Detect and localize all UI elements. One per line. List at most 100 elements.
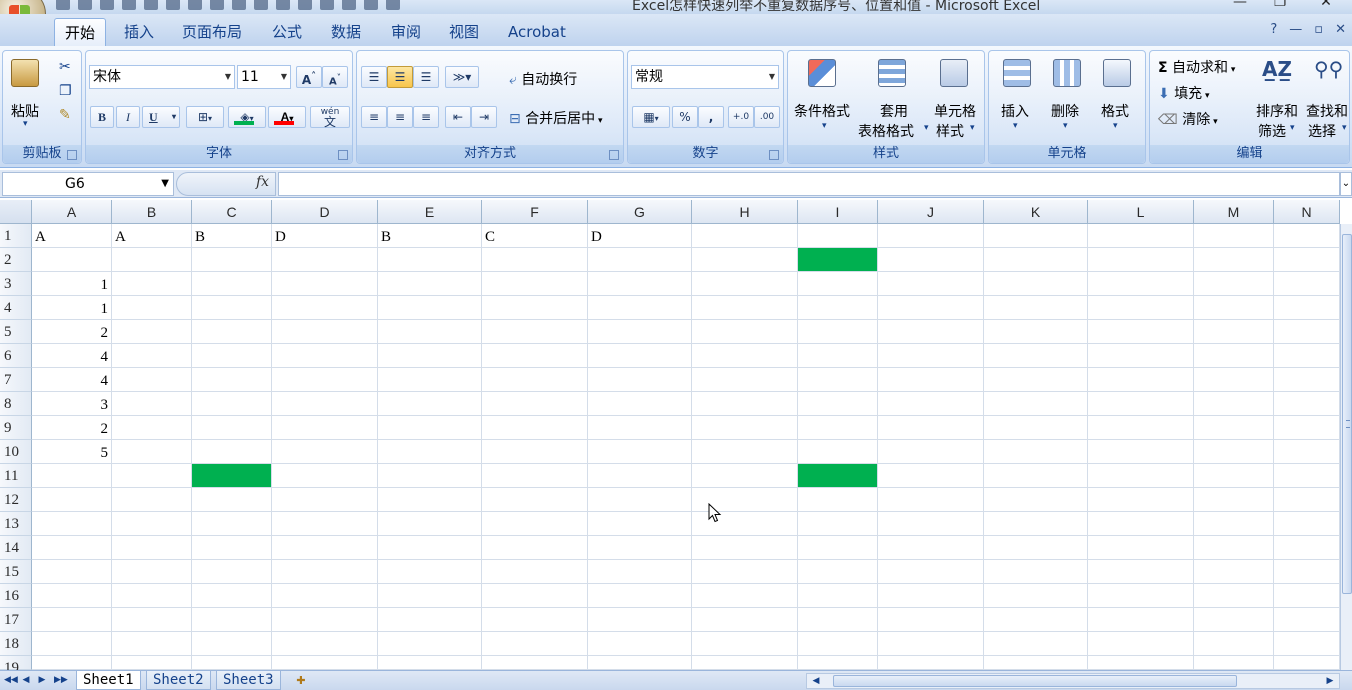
cell-l7[interactable] (1088, 368, 1194, 392)
print-preview-icon[interactable] (122, 0, 136, 10)
increase-indent-button[interactable]: ⇥ (471, 106, 497, 128)
cell-a4[interactable]: 1 (32, 296, 112, 320)
cell-j9[interactable] (878, 416, 984, 440)
quick-print-icon[interactable] (298, 0, 312, 10)
borders-button[interactable]: ⊞▾ (186, 106, 224, 128)
cell-k4[interactable] (984, 296, 1088, 320)
cell-f15[interactable] (482, 560, 588, 584)
cell-m5[interactable] (1194, 320, 1274, 344)
restore-button[interactable]: ❐ (1260, 0, 1300, 12)
cell-k19[interactable] (984, 656, 1088, 670)
cell-d8[interactable] (272, 392, 378, 416)
cell-h10[interactable] (692, 440, 798, 464)
clipboard-launcher-icon[interactable] (67, 150, 77, 160)
tab-page-layout[interactable]: 页面布局 (172, 18, 252, 46)
cell-h2[interactable] (692, 248, 798, 272)
cell-e13[interactable] (378, 512, 482, 536)
cell-a9[interactable]: 2 (32, 416, 112, 440)
cell-j16[interactable] (878, 584, 984, 608)
font-launcher-icon[interactable] (338, 150, 348, 160)
find-select-icon[interactable]: ⚲⚲ (1314, 57, 1343, 81)
cell-l11[interactable] (1088, 464, 1194, 488)
cell-i12[interactable] (798, 488, 878, 512)
cell-styles-button-2[interactable]: 样式 (936, 121, 964, 141)
cell-e3[interactable] (378, 272, 482, 296)
cell-e11[interactable] (378, 464, 482, 488)
cell-f3[interactable] (482, 272, 588, 296)
cell-b19[interactable] (112, 656, 192, 670)
column-header-a[interactable]: A (32, 200, 112, 224)
column-header-h[interactable]: H (692, 200, 798, 224)
cell-c13[interactable] (192, 512, 272, 536)
cell-d9[interactable] (272, 416, 378, 440)
cell-d18[interactable] (272, 632, 378, 656)
vertical-scrollbar[interactable] (1340, 224, 1352, 670)
last-sheet-icon[interactable]: ▶▶ (54, 674, 68, 686)
cell-m16[interactable] (1194, 584, 1274, 608)
align-right-button[interactable]: ≡ (413, 106, 439, 128)
chevron-down-icon[interactable]: ▾ (970, 123, 975, 133)
cell-l9[interactable] (1088, 416, 1194, 440)
cell-a12[interactable] (32, 488, 112, 512)
cell-k16[interactable] (984, 584, 1088, 608)
cell-h4[interactable] (692, 296, 798, 320)
cell-k12[interactable] (984, 488, 1088, 512)
cell-l15[interactable] (1088, 560, 1194, 584)
cell-f14[interactable] (482, 536, 588, 560)
cell-a10[interactable]: 5 (32, 440, 112, 464)
chevron-down-icon[interactable]: ▾ (924, 123, 929, 133)
tab-acrobat[interactable]: Acrobat (498, 18, 576, 46)
cell-i18[interactable] (798, 632, 878, 656)
cell-b12[interactable] (112, 488, 192, 512)
phonetic-button[interactable]: wén 文 (310, 106, 350, 128)
workbook-close-button[interactable]: ✕ (1335, 22, 1346, 37)
cell-k10[interactable] (984, 440, 1088, 464)
font-name-combo[interactable]: 宋体 ▼ (89, 65, 235, 89)
cell-i4[interactable] (798, 296, 878, 320)
cell-g19[interactable] (588, 656, 692, 670)
cell-j10[interactable] (878, 440, 984, 464)
cell-c2[interactable] (192, 248, 272, 272)
cell-f2[interactable] (482, 248, 588, 272)
cell-n5[interactable] (1274, 320, 1340, 344)
cell-g16[interactable] (588, 584, 692, 608)
accounting-format-button[interactable]: ▦▾ (632, 106, 670, 128)
cell-i3[interactable] (798, 272, 878, 296)
cell-b17[interactable] (112, 608, 192, 632)
cell-g17[interactable] (588, 608, 692, 632)
column-header-d[interactable]: D (272, 200, 378, 224)
cell-n17[interactable] (1274, 608, 1340, 632)
picture-icon[interactable] (320, 0, 334, 10)
cell-i19[interactable] (798, 656, 878, 670)
decrease-decimal-button[interactable]: .00 (754, 106, 780, 128)
cell-b13[interactable] (112, 512, 192, 536)
cell-a14[interactable] (32, 536, 112, 560)
cell-h14[interactable] (692, 536, 798, 560)
cell-k15[interactable] (984, 560, 1088, 584)
cell-m18[interactable] (1194, 632, 1274, 656)
cell-k9[interactable] (984, 416, 1088, 440)
cell-d17[interactable] (272, 608, 378, 632)
row-header-16[interactable]: 16 (0, 584, 32, 608)
cell-styles-icon[interactable] (940, 59, 968, 87)
cell-styles-button-1[interactable]: 单元格 (934, 101, 976, 121)
cell-f9[interactable] (482, 416, 588, 440)
cell-l5[interactable] (1088, 320, 1194, 344)
align-middle-button[interactable]: ☰ (387, 66, 413, 88)
cell-d12[interactable] (272, 488, 378, 512)
comma-button[interactable]: , (698, 106, 724, 128)
cell-c12[interactable] (192, 488, 272, 512)
cell-d2[interactable] (272, 248, 378, 272)
cell-f17[interactable] (482, 608, 588, 632)
select-all-corner[interactable] (0, 200, 32, 224)
customize-qat-icon[interactable] (386, 0, 400, 10)
cell-n10[interactable] (1274, 440, 1340, 464)
delete-cells-icon[interactable] (1053, 59, 1081, 87)
cell-c4[interactable] (192, 296, 272, 320)
cell-f4[interactable] (482, 296, 588, 320)
find-select-button-2[interactable]: 选择 (1308, 121, 1336, 141)
cell-n4[interactable] (1274, 296, 1340, 320)
cell-d1[interactable]: D (272, 224, 378, 248)
row-header-8[interactable]: 8 (0, 392, 32, 416)
shapes-icon[interactable] (364, 0, 378, 10)
